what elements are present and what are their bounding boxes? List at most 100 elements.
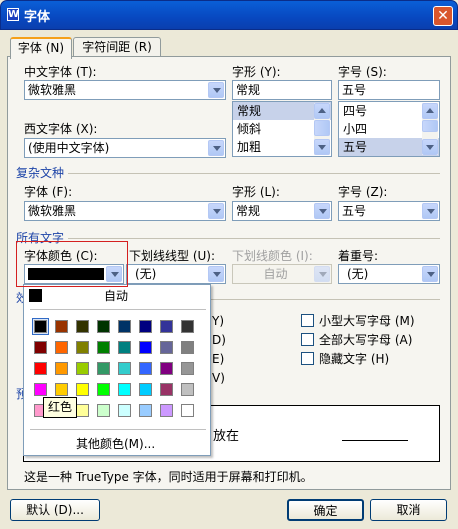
color-swatch[interactable] [160,341,173,354]
font-style-value: 常规 [236,83,261,97]
font-style-input[interactable]: 常规 [232,80,332,100]
chevron-down-icon[interactable] [208,203,224,219]
scrollbar[interactable] [314,103,330,155]
effect-label-fragment: V) [212,371,225,385]
western-font-combo[interactable]: (使用中文字体) [24,138,226,158]
complex-font-combo[interactable]: 微软雅黑 [24,201,226,221]
complex-size-label: 字号 (Z): [338,185,388,199]
chevron-down-icon[interactable] [422,266,438,282]
color-swatch[interactable] [181,320,194,333]
dialog-title: 字体 [24,10,51,25]
tab-font[interactable]: 字体 (N) [10,37,72,59]
complex-size-value: 五号 [342,204,367,218]
chevron-down-icon[interactable] [208,266,224,282]
default-button[interactable]: 默认 (D)... [10,499,100,521]
divider [30,429,206,430]
color-swatch[interactable] [118,320,131,333]
color-swatch[interactable] [76,404,89,417]
color-swatch[interactable] [76,341,89,354]
complex-section-title: 复杂文种 [16,166,65,180]
font-style-list[interactable]: 常规 倾斜 加粗 [232,101,332,157]
scroll-down-button[interactable] [314,139,330,155]
divider [210,299,440,300]
tab-char-spacing[interactable]: 字符间距 (R) [73,37,161,58]
scroll-thumb[interactable] [422,120,438,132]
color-swatch[interactable] [160,383,173,396]
font-size-input[interactable]: 五号 [338,80,440,100]
color-swatch[interactable] [118,362,131,375]
effect-label-fragment: Y) [212,314,225,328]
color-swatch[interactable] [34,320,47,333]
color-swatch[interactable] [181,383,194,396]
color-swatch[interactable] [118,383,131,396]
chevron-down-icon[interactable] [208,140,224,156]
color-swatch[interactable] [139,362,152,375]
chinese-font-combo[interactable]: 微软雅黑 [24,80,226,100]
scroll-down-button[interactable] [422,139,438,155]
preview-underline [342,440,408,441]
color-swatch[interactable] [55,362,68,375]
font-style-label: 字形 (Y): [232,65,281,79]
underline-type-combo[interactable]: (无) [126,264,226,284]
color-swatch[interactable] [97,341,110,354]
color-swatch[interactable] [97,383,110,396]
color-swatch[interactable] [55,383,68,396]
color-swatch[interactable] [76,383,89,396]
complex-style-combo[interactable]: 常规 [232,201,332,221]
more-colors-option[interactable]: 其他颜色(M)... [76,437,155,451]
small-caps-checkbox[interactable] [301,314,314,327]
color-swatch[interactable] [181,404,194,417]
all-caps-checkbox[interactable] [301,333,314,346]
color-swatch[interactable] [139,383,152,396]
scroll-thumb[interactable] [314,120,330,136]
all-caps-label: 全部大写字母 (A) [319,333,413,347]
color-swatch[interactable] [55,341,68,354]
preview-text: 放在 [213,429,240,444]
chevron-down-icon [314,266,330,282]
color-swatch[interactable] [139,341,152,354]
color-swatch[interactable] [160,404,173,417]
color-swatch[interactable] [97,320,110,333]
color-swatch[interactable] [139,320,152,333]
chevron-down-icon[interactable] [314,203,330,219]
scroll-up-button[interactable] [422,103,438,119]
all-text-section-title: 所有文字 [16,231,65,245]
auto-color-swatch[interactable] [29,289,42,302]
ok-button[interactable]: 确定 [287,499,364,521]
underline-color-label: 下划线颜色 (I): [232,249,313,263]
color-swatch[interactable] [34,383,47,396]
color-swatch[interactable] [118,341,131,354]
chevron-down-icon[interactable] [208,82,224,98]
emphasis-combo[interactable]: (无) [338,264,440,284]
close-button[interactable]: ✕ [433,6,453,26]
color-swatch[interactable] [97,362,110,375]
complex-style-label: 字形 (L): [232,185,280,199]
color-swatch[interactable] [139,404,152,417]
divider [68,238,440,239]
color-swatch[interactable] [55,320,68,333]
color-swatch[interactable] [76,320,89,333]
auto-color-option[interactable]: 自动 [104,289,128,303]
color-swatch[interactable] [181,362,194,375]
font-color-combo[interactable] [24,264,124,284]
effect-label-fragment: E) [212,352,225,366]
color-swatch[interactable] [160,362,173,375]
scroll-up-button[interactable] [314,103,330,119]
complex-size-combo[interactable]: 五号 [338,201,440,221]
cancel-button[interactable]: 取消 [370,499,447,521]
chevron-down-icon[interactable] [422,203,438,219]
hidden-text-checkbox[interactable] [301,352,314,365]
font-color-label: 字体颜色 (C): [24,249,98,263]
color-swatch[interactable] [34,341,47,354]
color-swatch[interactable] [97,404,110,417]
chevron-down-icon[interactable] [106,266,122,282]
color-swatch[interactable] [160,320,173,333]
scrollbar[interactable] [422,103,438,155]
color-swatch[interactable] [118,404,131,417]
color-swatch[interactable] [76,362,89,375]
emphasis-value: (无) [347,267,369,281]
color-swatch[interactable] [34,362,47,375]
color-swatch[interactable] [181,341,194,354]
font-size-list[interactable]: 四号 小四 五号 [338,101,440,157]
complex-style-value: 常规 [236,204,261,218]
